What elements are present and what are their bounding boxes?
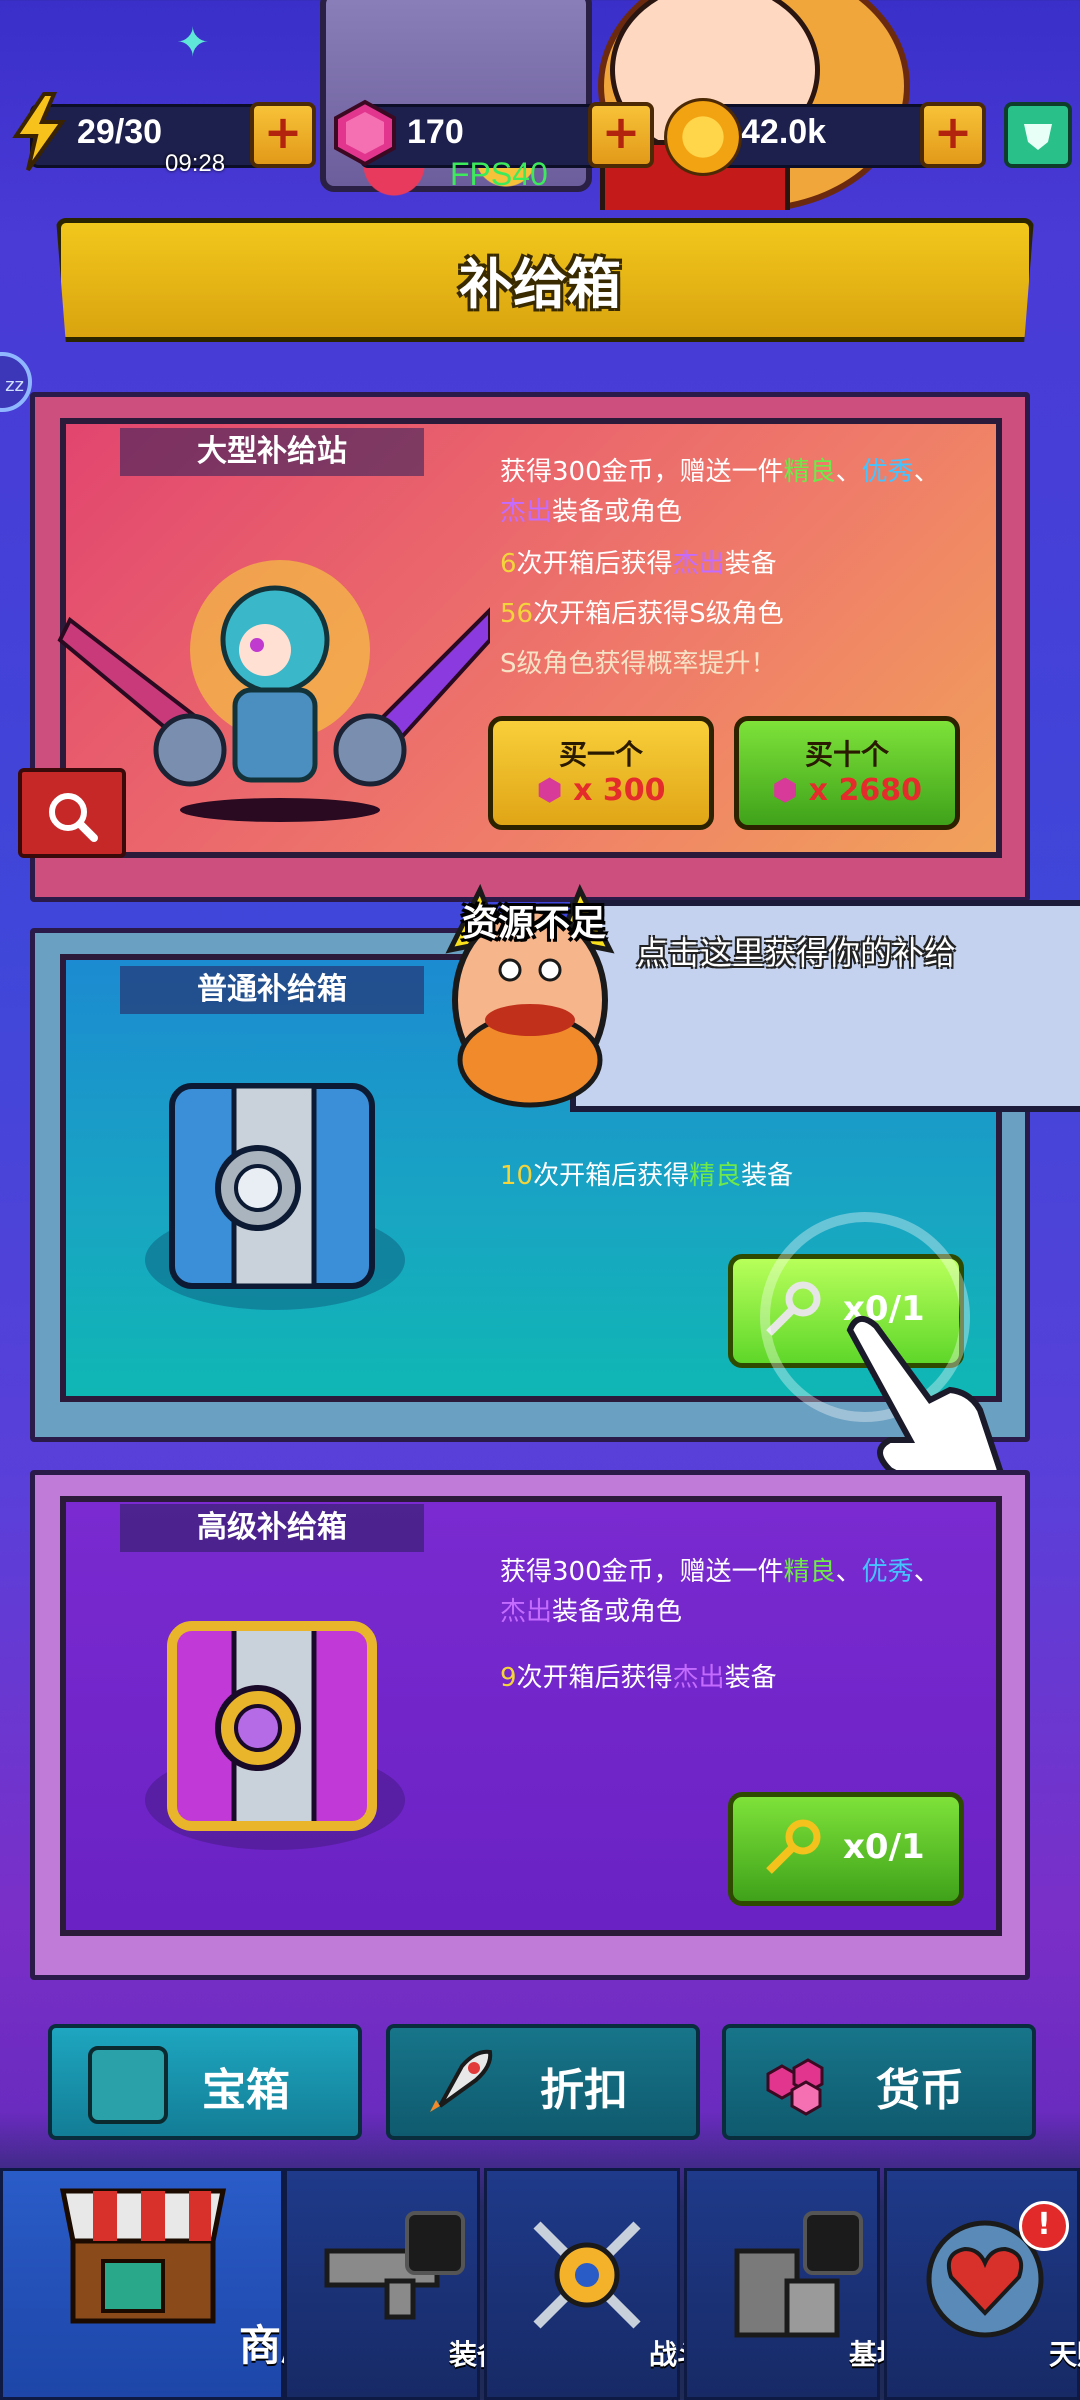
buy-one-button[interactable]: 买一个 ⬢ x 300 [488, 716, 714, 830]
nav-base[interactable]: 基地 [684, 2168, 905, 2400]
outstanding-text: 杰出 [672, 549, 725, 579]
excellent-text: 优秀 [861, 1557, 914, 1587]
large-station-desc-line2: 杰出装备或角色 [500, 492, 970, 532]
shield-icon [1024, 124, 1052, 150]
energy-value: 29/30 [77, 113, 163, 151]
desc-text: 装备或角色 [552, 497, 683, 527]
not-enough-resources-text: 资源不足 [462, 903, 607, 944]
large-station-pity-outstanding: 6次开箱后获得杰出装备 [500, 544, 970, 584]
sep-text: 、 [913, 1557, 940, 1587]
lock-icon [803, 2211, 863, 2275]
add-energy-button[interactable]: + [250, 102, 316, 168]
outstanding-text: 杰出 [672, 1663, 725, 1693]
lightning-icon [12, 92, 66, 172]
buy-one-label: 买一个 [558, 738, 643, 771]
nav-equipment[interactable]: 装备 [284, 2168, 505, 2400]
elite-text: 精良 [783, 1557, 836, 1587]
pity-count: 56 [500, 599, 534, 629]
lock-icon [405, 2211, 465, 2275]
desc-text: 获得300金币，赠送一件 [500, 457, 784, 487]
normal-box-pity: 10次开箱后获得精良装备 [500, 1156, 793, 1196]
nav-shop[interactable]: 商店 [0, 2168, 323, 2400]
tab-discount[interactable]: 折扣 [386, 2024, 700, 2140]
fps-indicator: FPS40 [450, 156, 548, 192]
nav-talent[interactable]: ! 天赋 [884, 2168, 1080, 2400]
elite-text: 精良 [689, 1161, 742, 1191]
desc-text: 次开箱后获得 [516, 549, 673, 579]
tab-label: 宝箱 [202, 2065, 290, 2116]
large-station-label: 大型补给站 [120, 428, 424, 476]
sep-text: 、 [835, 457, 862, 487]
excellent-text: 优秀 [861, 457, 914, 487]
energy-counter: 29/30 [30, 104, 286, 168]
s-rate-up-text: S级角色获得概率提升！ [500, 649, 777, 679]
desc-text: 次开箱后获得S级角色 [533, 599, 784, 629]
outstanding-text: 杰出 [500, 1597, 553, 1627]
buy-one-price: x 300 [573, 773, 666, 808]
desc-text: 装备或角色 [552, 1597, 683, 1627]
tutorial-hint: 点击这里获得你的补给 [636, 934, 957, 972]
advanced-key-count: x0/1 [843, 1827, 925, 1867]
chest-icon [88, 2046, 168, 2124]
shop-icon [59, 2188, 227, 2324]
rocket-icon [430, 2049, 493, 2112]
advanced-desc-line1: 获得300金币，赠送一件精良、优秀、 [500, 1552, 970, 1592]
desc-text: 装备 [724, 1663, 777, 1693]
alert-badge-icon: ! [1019, 2201, 1069, 2251]
gems-icon [766, 2058, 824, 2116]
pity-count: 6 [500, 549, 517, 579]
inspect-hero-button[interactable] [18, 768, 126, 858]
gem-icon: ⬢ [772, 773, 799, 808]
add-gems-button[interactable]: + [588, 102, 654, 168]
elite-text: 精良 [783, 457, 836, 487]
advanced-desc-line2: 杰出装备或角色 [500, 1592, 970, 1632]
buy-ten-button[interactable]: 买十个 ⬢ x 2680 [734, 716, 960, 830]
normal-chest-icon [145, 1083, 405, 1310]
large-station-pity-s: 56次开箱后获得S级角色 [500, 594, 970, 634]
desc-text: 次开箱后获得 [516, 1663, 673, 1693]
gem-value: 170 [407, 113, 464, 151]
advanced-box-pity: 9次开箱后获得杰出装备 [500, 1658, 970, 1698]
buy-ten-label: 买十个 [804, 738, 889, 771]
battle-icon [533, 2221, 641, 2329]
nav-battle[interactable]: 战斗 [484, 2168, 705, 2400]
pity-count: 10 [500, 1161, 534, 1191]
large-station-desc-line1: 获得300金币，赠送一件精良、优秀、 [500, 452, 970, 492]
sep-text: 、 [913, 457, 940, 487]
coin-icon [664, 98, 742, 176]
magnifier-icon [49, 793, 98, 842]
tab-chests[interactable]: 宝箱 [48, 2024, 362, 2140]
gem-icon: ⬢ [536, 773, 563, 808]
pity-count: 9 [500, 1663, 517, 1693]
advanced-box-label: 高级补给箱 [120, 1504, 424, 1552]
tab-label: 折扣 [540, 2065, 628, 2116]
desc-text: 装备 [724, 549, 777, 579]
desc-text: 装备 [741, 1161, 794, 1191]
desc-text: 次开箱后获得 [533, 1161, 690, 1191]
coin-value: 42.0k [741, 113, 827, 151]
gem-icon [334, 99, 396, 167]
add-coins-button[interactable]: + [920, 102, 986, 168]
page-title: 补给箱 [459, 253, 621, 316]
outstanding-text: 杰出 [500, 497, 553, 527]
sep-text: 、 [835, 1557, 862, 1587]
buy-ten-price: x 2680 [808, 773, 922, 808]
key-icon [766, 1819, 821, 1874]
desc-text: 获得300金币，赠送一件 [500, 1557, 784, 1587]
advanced-chest-icon [145, 1621, 405, 1850]
timer-text: 09:28 [165, 150, 226, 177]
shield-button[interactable] [1004, 102, 1072, 168]
open-advanced-box-button[interactable]: x0/1 [728, 1792, 964, 1906]
tab-label: 货币 [876, 2065, 964, 2116]
nav-label: 天赋 [1048, 2338, 1080, 2371]
normal-box-label: 普通补给箱 [120, 966, 424, 1014]
advanced-box-description: 获得300金币，赠送一件精良、优秀、 杰出装备或角色 9次开箱后获得杰出装备 [500, 1552, 970, 1698]
sleep-indicator[interactable]: zz [0, 352, 32, 412]
tab-currency[interactable]: 货币 [722, 2024, 1036, 2140]
sparkle-icon: ✦ [176, 20, 210, 66]
large-station-description: 获得300金币，赠送一件精良、优秀、 杰出装备或角色 6次开箱后获得杰出装备 5… [500, 452, 970, 684]
